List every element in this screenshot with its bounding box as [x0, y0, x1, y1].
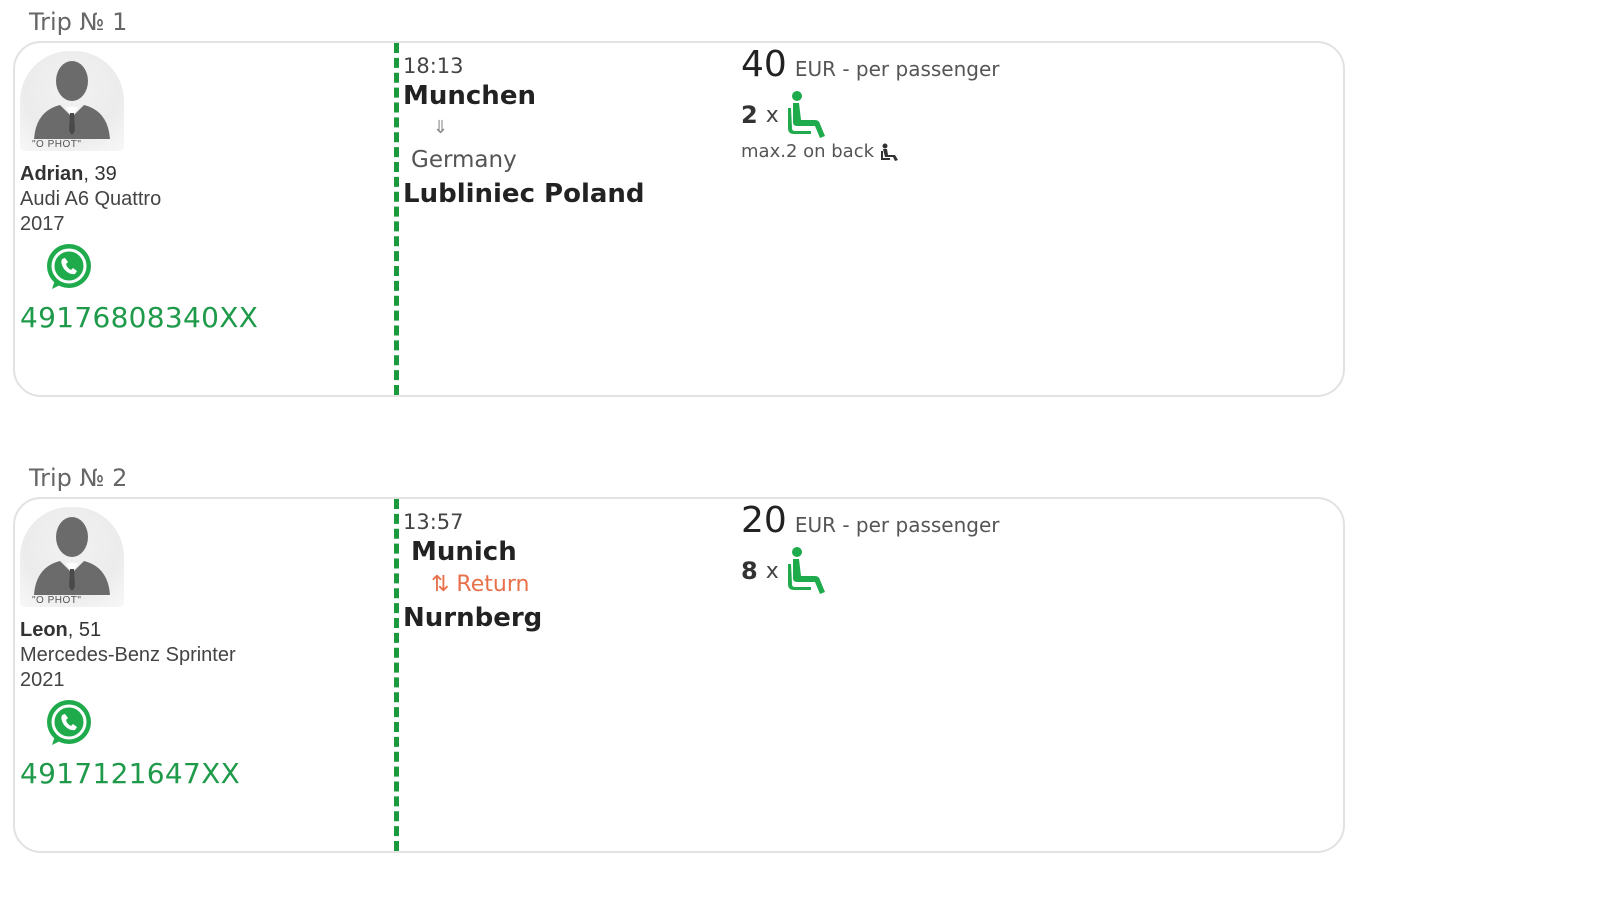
driver-name-age: Leon, 51 — [20, 617, 380, 643]
driver-info: "O PHOT" Adrian, 39 Audi A6 Quattro 2017… — [20, 51, 380, 334]
return-label: ⇅ Return — [431, 572, 530, 597]
driver-name: Adrian — [20, 163, 84, 185]
driver-car: Mercedes-Benz Sprinter — [20, 644, 236, 666]
price-unit: EUR - per passenger — [794, 513, 1000, 537]
back-seat-note: max.2 on back — [741, 141, 1221, 162]
driver-age: , 51 — [67, 619, 102, 641]
price-row: 40 EUR - per passenger — [741, 45, 1221, 91]
seats-multiplier: x — [765, 558, 779, 584]
departure-time: 13:57 — [403, 510, 464, 534]
destination-city: Nurnberg — [403, 603, 543, 633]
column-divider — [394, 43, 399, 395]
seats-row: 8 x — [741, 545, 1221, 597]
price-amount: 40 — [741, 44, 787, 85]
person-silhouette-icon — [34, 61, 110, 139]
trip-title: Trip № 1 — [29, 8, 128, 36]
seats-count: 2 — [741, 101, 758, 129]
departure-time: 18:13 — [403, 54, 464, 78]
arrow-down-icon: ⇓ — [433, 117, 449, 138]
driver-name-age: Adrian, 39 — [20, 161, 380, 187]
driver-car: Audi A6 Quattro — [20, 188, 162, 210]
origin-country: Germany — [411, 147, 517, 173]
driver-info: "O PHOT" Leon, 51 Mercedes-Benz Sprinter… — [20, 507, 380, 790]
whatsapp-icon[interactable] — [42, 241, 96, 295]
seat-icon — [787, 547, 825, 594]
route-info: 18:13 Munchen ⇓ Germany Lubliniec Poland — [403, 53, 723, 211]
seats-count: 8 — [741, 557, 758, 585]
avatar-caption: "O PHOT" — [32, 595, 82, 606]
origin-city: Munchen — [403, 81, 536, 111]
back-note-text: max.2 on back — [741, 141, 875, 162]
person-silhouette-icon — [34, 517, 110, 595]
destination-city: Lubliniec Poland — [403, 179, 645, 209]
route-info: 13:57 Munich ⇅ Return Nurnberg — [403, 509, 723, 635]
trip-title: Trip № 2 — [29, 464, 128, 492]
driver-avatar: "O PHOT" — [20, 507, 124, 607]
origin-city: Munich — [411, 537, 517, 567]
driver-phone-link[interactable]: 4917121647XX — [20, 757, 380, 790]
driver-avatar: "O PHOT" — [20, 51, 124, 151]
seats-row: 2 x — [741, 89, 1221, 141]
price-amount: 20 — [741, 500, 787, 541]
whatsapp-icon[interactable] — [42, 697, 96, 751]
driver-car-year: 2017 — [20, 213, 65, 235]
driver-name: Leon — [20, 619, 68, 641]
seat-icon — [787, 91, 825, 138]
driver-age: , 39 — [83, 163, 117, 185]
seat-small-icon — [881, 143, 899, 161]
avatar-caption: "O PHOT" — [32, 139, 82, 150]
price-info: 20 EUR - per passenger 8 x — [741, 501, 1221, 597]
driver-car-year: 2021 — [20, 669, 65, 691]
price-unit: EUR - per passenger — [794, 57, 1000, 81]
price-info: 40 EUR - per passenger 2 x max.2 on back — [741, 45, 1221, 163]
driver-phone-link[interactable]: 49176808340XX — [20, 301, 380, 334]
trip-card: "O PHOT" Leon, 51 Mercedes-Benz Sprinter… — [13, 497, 1345, 853]
price-row: 20 EUR - per passenger — [741, 501, 1221, 547]
trip-card: "O PHOT" Adrian, 39 Audi A6 Quattro 2017… — [13, 41, 1345, 397]
seats-multiplier: x — [765, 102, 779, 128]
column-divider — [394, 499, 399, 851]
